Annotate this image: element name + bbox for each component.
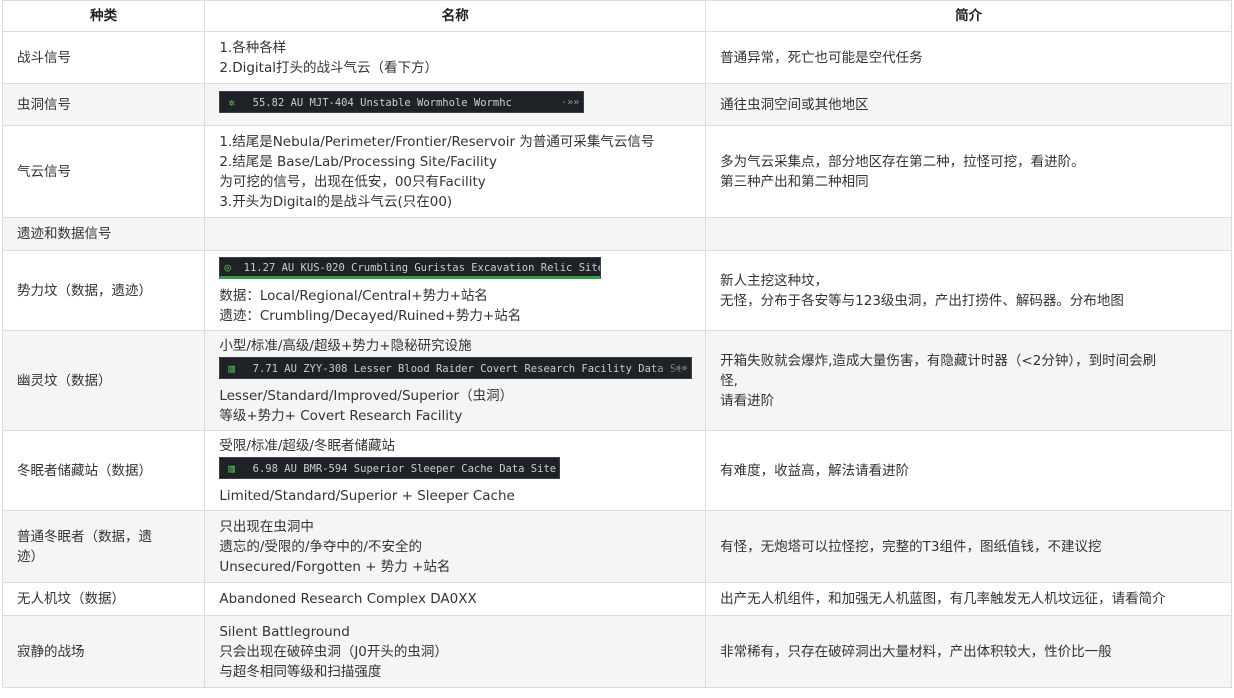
banner-text: 6.98 AU BMR-594 Superior Sleeper Cache D… [252,462,557,475]
table-row: 遗迹和数据信号 [1,217,1232,251]
table-row: 普通冬眠者（数据，遗 迹） 只出现在虫洞中 遗忘的/受限的/争夺中的/不安全的 … [1,510,1232,583]
text-line: 等级+势力+ Covert Research Facility [219,407,463,424]
cell-name: 1.各种各样 2.Digital打头的战斗气云（看下方） [204,31,707,84]
table-row: 战斗信号 1.各种各样 2.Digital打头的战斗气云（看下方） 普通异常，死… [1,31,1232,84]
cell-desc: 出产无人机组件，和加强无人机蓝图，有几率触发无人机坟远征，请看简介 [705,582,1232,616]
relic-site-icon: ◎ [224,260,231,274]
cell-desc [705,217,1232,251]
text-line: 普通冬眠者（数据，遗 [17,528,152,545]
data-site-icon: ▥ [228,361,235,375]
text-line: Limited/Standard/Superior + Sleeper Cach… [219,487,515,504]
cell-name: 只出现在虫洞中 遗忘的/受限的/争夺中的/不安全的 Unsecured/Forg… [204,510,707,583]
text-line: 多为气云采集点，部分地区存在第二种，拉怪可挖，看进阶。 [720,153,1085,170]
text-line: 2.结尾是 Base/Lab/Processing Site/Facility [219,153,497,170]
text-line: 怪, [720,372,738,389]
text-line: 受限/标准/超级/冬眠者储藏站 [219,437,395,454]
table-row: 势力坟（数据，遗迹） ◎ 11.27 AU KUS-020 Crumbling … [1,250,1232,331]
cell-type: 普通冬眠者（数据，遗 迹） [1,510,206,583]
cell-type: 遗迹和数据信号 [1,217,206,251]
cell-type: 势力坟（数据，遗迹） [1,250,206,331]
banner-text: 7.71 AU ZYY-308 Lesser Blood Raider Cove… [252,362,689,375]
arrow-icon: -»» [669,362,688,374]
cell-desc: 多为气云采集点，部分地区存在第二种，拉怪可挖，看进阶。 第三种产出和第二种相同 [705,125,1232,218]
text-line: 只出现在虫洞中 [219,518,314,535]
cell-name: ✲ 55.82 AU MJT-404 Unstable Wormhole Wor… [204,83,707,126]
table-row: 无人机坟（数据） Abandoned Research Complex DA0X… [1,582,1232,616]
text-line: Abandoned Research Complex DA0XX [219,591,477,607]
text-line: 非常稀有，只存在破碎洞出大量材料，产出体积较大，性价比一般 [720,643,1112,660]
cell-type: 无人机坟（数据） [1,582,206,616]
cell-name: Abandoned Research Complex DA0XX [204,582,707,616]
text-line: 只会出现在破碎虫洞（J0开头的虫洞） [219,643,448,660]
text-line: 开箱失败就会爆炸,造成大量伤害，有隐藏计时器（<2分钟），到时间会刷 [720,352,1157,369]
cell-desc: 普通异常，死亡也可能是空代任务 [705,31,1232,84]
text-line: 请看进阶 [720,392,775,409]
cell-name: Silent Battleground 只会出现在破碎虫洞（J0开头的虫洞） 与… [204,615,707,688]
text-line: 无怪，分布于各安等与123级虫洞，产出打捞件、解码器。分布地图 [720,292,1124,309]
cell-type: 虫洞信号 [1,83,206,126]
data-signal-banner: ▥ 7.71 AU ZYY-308 Lesser Blood Raider Co… [219,356,693,379]
cell-desc: 有难度，收益高，解法请看进阶 [705,430,1232,511]
text-line: 1.各种各样 [219,39,287,56]
cell-desc: 新人主挖这种坟， 无怪，分布于各安等与123级虫洞，产出打捞件、解码器。分布地图 [705,250,1232,331]
text-line: Silent Battleground [219,623,350,640]
text-line: 遗忘的/受限的/争夺中的/不安全的 [219,538,422,555]
cell-type: 幽灵坟（数据） [1,330,206,431]
cell-name: 1.结尾是Nebula/Perimeter/Frontier/Reservoir… [204,125,707,218]
banner-text: 55.82 AU MJT-404 Unstable Wormhole Wormh… [252,96,512,109]
cell-desc: 非常稀有，只存在破碎洞出大量材料，产出体积较大，性价比一般 [705,615,1232,688]
wormhole-icon: ✲ [228,95,235,109]
relic-signal-banner: ◎ 11.27 AU KUS-020 Crumbling Guristas Ex… [219,256,602,279]
text-line: 出产无人机组件，和加强无人机蓝图，有几率触发无人机坟远征，请看简介 [720,591,1166,607]
table-header-row: 种类 名称 简介 [1,0,1232,32]
cell-type: 气云信号 [1,125,206,218]
arrow-icon: -»» [561,96,580,108]
cell-type: 冬眠者储藏站（数据） [1,430,206,511]
header-desc: 简介 [705,0,1232,32]
text-line: 普通异常，死亡也可能是空代任务 [720,49,923,66]
table-row: 冬眠者储藏站（数据） 受限/标准/超级/冬眠者储藏站 ▥ 6.98 AU BMR… [1,430,1232,511]
data-signal-banner: ▥ 6.98 AU BMR-594 Superior Sleeper Cache… [219,456,561,479]
table-row: 虫洞信号 ✲ 55.82 AU MJT-404 Unstable Wormhol… [1,83,1232,126]
cell-type: 战斗信号 [1,31,206,84]
text-line: 迹） [17,548,44,565]
text-line: 有怪，无炮塔可以拉怪挖，完整的T3组件，图纸值钱，不建议挖 [720,538,1102,555]
header-type: 种类 [1,0,206,32]
table-row: 气云信号 1.结尾是Nebula/Perimeter/Frontier/Rese… [1,125,1232,218]
table-row: 幽灵坟（数据） 小型/标准/高级/超级+势力+隐秘研究设施 ▥ 7.71 AU … [1,330,1232,431]
data-site-icon: ▥ [228,461,235,475]
table-row: 寂静的战场 Silent Battleground 只会出现在破碎虫洞（J0开头… [1,615,1232,688]
cell-type: 寂静的战场 [1,615,206,688]
cell-name: 小型/标准/高级/超级+势力+隐秘研究设施 ▥ 7.71 AU ZYY-308 … [204,330,707,431]
header-name: 名称 [204,0,707,32]
text-line: 3.开头为Digital的是战斗气云(只在00) [219,193,453,210]
banner-text: 11.27 AU KUS-020 Crumbling Guristas Exca… [243,261,602,274]
text-line: Lesser/Standard/Improved/Superior（虫洞） [219,387,514,404]
text-line: 2.Digital打头的战斗气云（看下方） [219,59,438,76]
cell-name [204,217,707,251]
text-line: Unsecured/Forgotten + 势力 +站名 [219,558,451,575]
text-line: 通往虫洞空间或其他地区 [720,96,869,113]
text-line: 新人主挖这种坟， [720,272,829,289]
cell-desc: 开箱失败就会爆炸,造成大量伤害，有隐藏计时器（<2分钟），到时间会刷 怪, 请看… [705,330,1232,431]
text-line: 小型/标准/高级/超级+势力+隐秘研究设施 [219,337,472,354]
text-line: 第三种产出和第二种相同 [720,173,869,190]
text-line: 遗迹：Crumbling/Decayed/Ruined+势力+站名 [219,307,522,324]
wormhole-signal-banner: ✲ 55.82 AU MJT-404 Unstable Wormhole Wor… [219,90,585,113]
text-line: 1.结尾是Nebula/Perimeter/Frontier/Reservoir… [219,133,655,150]
signal-table: 种类 名称 简介 战斗信号 1.各种各样 2.Digital打头的战斗气云（看下… [1,0,1232,688]
cell-name: ◎ 11.27 AU KUS-020 Crumbling Guristas Ex… [204,250,707,331]
cell-desc: 有怪，无炮塔可以拉怪挖，完整的T3组件，图纸值钱，不建议挖 [705,510,1232,583]
cell-name: 受限/标准/超级/冬眠者储藏站 ▥ 6.98 AU BMR-594 Superi… [204,430,707,511]
text-line: 与超冬相同等级和扫描强度 [219,663,382,680]
text-line: 数据：Local/Regional/Central+势力+站名 [219,287,488,304]
text-line: 有难度，收益高，解法请看进阶 [720,462,910,479]
text-line: 为可挖的信号，出现在低安，00只有Facility [219,173,486,190]
cell-desc: 通往虫洞空间或其他地区 [705,83,1232,126]
